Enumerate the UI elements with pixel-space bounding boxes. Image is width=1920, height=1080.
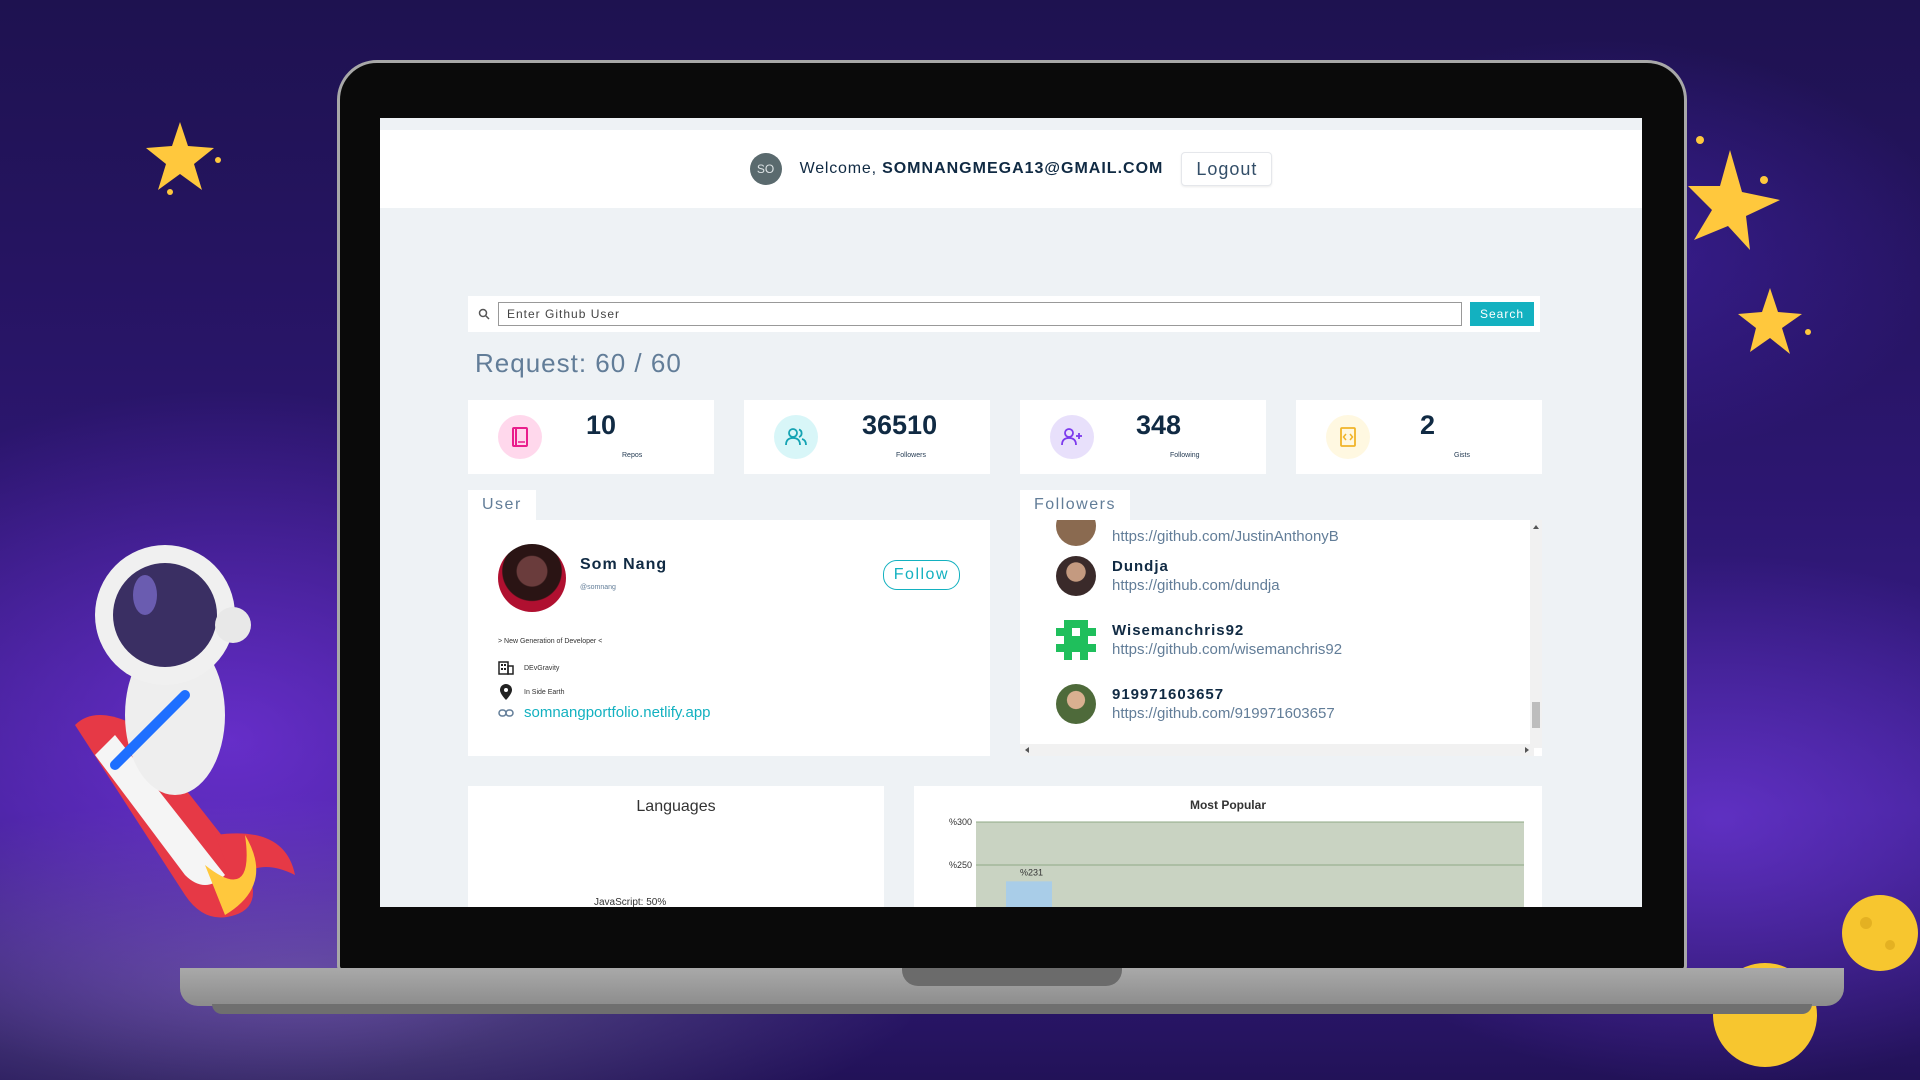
tab-followers: Followers <box>1020 490 1130 520</box>
star-icon <box>146 122 221 195</box>
welcome-text: Welcome, SOMNANGMEGA13@GMAIL.COM <box>800 160 1164 178</box>
building-icon <box>498 660 514 676</box>
followers-scrollbar-vertical[interactable] <box>1530 520 1542 748</box>
stat-card-gists: 2 Gists <box>1296 400 1542 474</box>
book-icon <box>498 415 542 459</box>
astronaut-rocket-illustration <box>75 545 295 918</box>
star-icon <box>1688 136 1780 250</box>
blog-row: somnangportfolio.netlify.app <box>498 704 711 721</box>
top-navbar: SO Welcome, SOMNANGMEGA13@GMAIL.COM Logo… <box>380 130 1642 208</box>
follower-avatar <box>1056 520 1096 546</box>
user-plus-icon <box>1050 415 1094 459</box>
code-icon <box>1326 415 1370 459</box>
star-icon <box>1738 288 1811 354</box>
company-text: DEvGravity <box>524 664 560 672</box>
pie-slice-label: JavaScript: 50% <box>594 897 667 907</box>
follower-url[interactable]: https://github.com/dundja <box>1112 577 1280 594</box>
moon-icon <box>1842 895 1918 971</box>
follower-item[interactable]: Wisemanchris92 https://github.com/wisema… <box>1056 620 1342 660</box>
stat-card-followers: 36510 Followers <box>744 400 990 474</box>
follower-name: Wisemanchris92 <box>1112 622 1245 639</box>
stat-card-following: 348 Following <box>1020 400 1266 474</box>
search-icon <box>478 308 490 320</box>
laptop-notch <box>902 968 1122 986</box>
stat-value: 2 <box>1420 410 1436 440</box>
scroll-up-icon[interactable] <box>1530 522 1542 532</box>
stat-value: 348 <box>1136 410 1182 440</box>
follower-url[interactable]: https://github.com/919971603657 <box>1112 705 1335 722</box>
languages-card: Languages JavaScript: 50% <box>468 786 884 907</box>
app-screen: SO Welcome, SOMNANGMEGA13@GMAIL.COM Logo… <box>380 118 1642 907</box>
stat-label: Followers <box>896 452 926 459</box>
user-name: Som Nang <box>580 556 668 573</box>
link-icon <box>498 705 514 721</box>
follower-avatar <box>1056 620 1096 660</box>
follower-name: 919971603657 <box>1112 686 1225 703</box>
search-form: Search <box>468 296 1540 332</box>
stat-card-repos: 10 Repos <box>468 400 714 474</box>
followers-scrollbar-horizontal[interactable] <box>1020 744 1534 756</box>
company-row: DEvGravity <box>498 660 559 676</box>
follower-url[interactable]: https://github.com/JustinAnthonyB <box>1112 528 1339 545</box>
follower-item[interactable]: https://github.com/JustinAnthonyB <box>1056 520 1339 546</box>
scrollbar-thumb[interactable] <box>1532 702 1540 728</box>
stat-value: 36510 <box>862 410 938 440</box>
welcome-prefix: Welcome, <box>799 160 883 177</box>
user-bio: > New Generation of Developer < <box>498 638 603 645</box>
scroll-right-icon[interactable] <box>1522 744 1532 756</box>
laptop-base-shadow <box>212 1004 1812 1014</box>
tab-user: User <box>468 490 536 520</box>
most-popular-card: Most Popular %300 %250 %231 <box>914 786 1542 907</box>
follower-item[interactable]: Dundja https://github.com/dundja <box>1056 556 1280 596</box>
user-avatar <box>498 544 566 612</box>
request-counter: Request: 60 / 60 <box>475 348 682 378</box>
follower-item[interactable]: 919971603657 https://github.com/91997160… <box>1056 684 1335 724</box>
user-card: Som Nang @somnang Follow > New Generatio… <box>468 520 990 756</box>
stat-label: Gists <box>1454 452 1470 459</box>
chart-bar <box>1006 881 1052 907</box>
most-popular-chart: %300 %250 %231 <box>949 817 1524 907</box>
followers-card: https://github.com/JustinAnthonyB Dundja… <box>1020 520 1542 756</box>
stat-label: Repos <box>622 452 643 459</box>
bar-data-label: %231 <box>1020 867 1043 877</box>
follower-avatar <box>1056 556 1096 596</box>
languages-title: Languages <box>636 798 716 815</box>
location-pin-icon <box>498 684 514 700</box>
stat-value: 10 <box>586 410 617 440</box>
search-input[interactable] <box>498 302 1462 326</box>
user-email: SOMNANGMEGA13@GMAIL.COM <box>882 160 1164 177</box>
follower-name: Dundja <box>1112 558 1169 575</box>
scroll-left-icon[interactable] <box>1022 744 1032 756</box>
follower-url[interactable]: https://github.com/wisemanchris92 <box>1112 641 1342 658</box>
stat-label: Following <box>1170 452 1200 459</box>
y-tick-label: %300 <box>949 817 972 827</box>
y-tick-label: %250 <box>949 860 972 870</box>
logout-button[interactable]: Logout <box>1181 152 1273 186</box>
location-text: In Side Earth <box>524 688 565 696</box>
avatar: SO <box>749 153 782 185</box>
follow-button[interactable]: Follow <box>882 560 960 590</box>
follower-avatar <box>1056 684 1096 724</box>
blog-link[interactable]: somnangportfolio.netlify.app <box>524 704 711 721</box>
user-handle: @somnang <box>580 584 616 591</box>
search-button[interactable]: Search <box>1469 302 1534 326</box>
users-icon <box>774 415 818 459</box>
location-row: In Side Earth <box>498 684 564 700</box>
